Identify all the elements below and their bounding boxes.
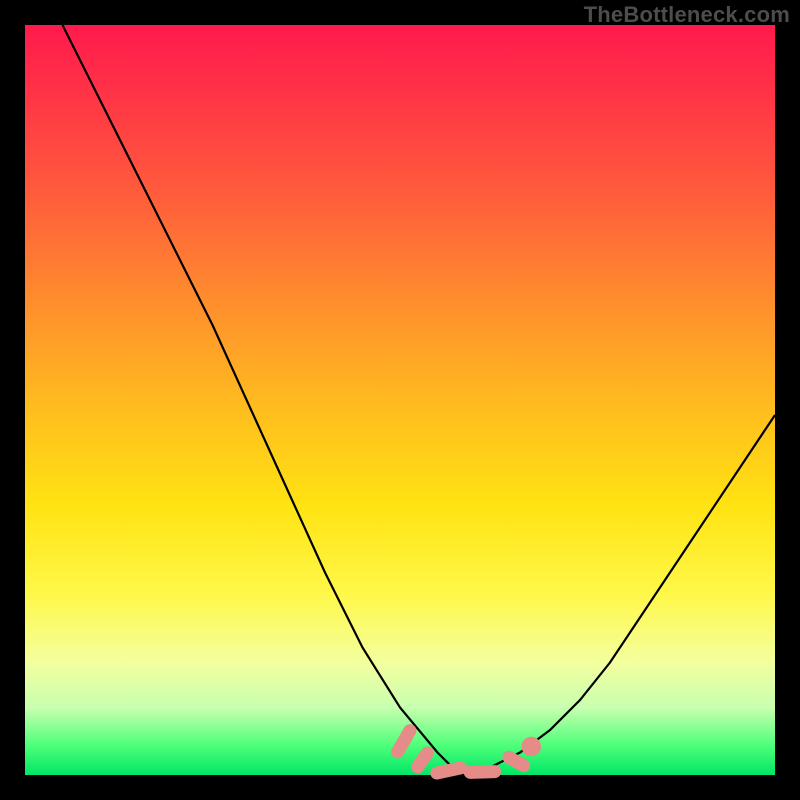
- trough-marker: [522, 737, 542, 757]
- curve-path: [63, 25, 776, 775]
- chart-svg: [25, 25, 775, 775]
- watermark-text: TheBottleneck.com: [584, 2, 790, 28]
- trough-markers: [389, 722, 541, 781]
- trough-marker: [464, 765, 502, 779]
- bottleneck-curve: [63, 25, 776, 775]
- plot-area: [25, 25, 775, 775]
- trough-marker: [389, 722, 419, 761]
- chart-frame: TheBottleneck.com: [0, 0, 800, 800]
